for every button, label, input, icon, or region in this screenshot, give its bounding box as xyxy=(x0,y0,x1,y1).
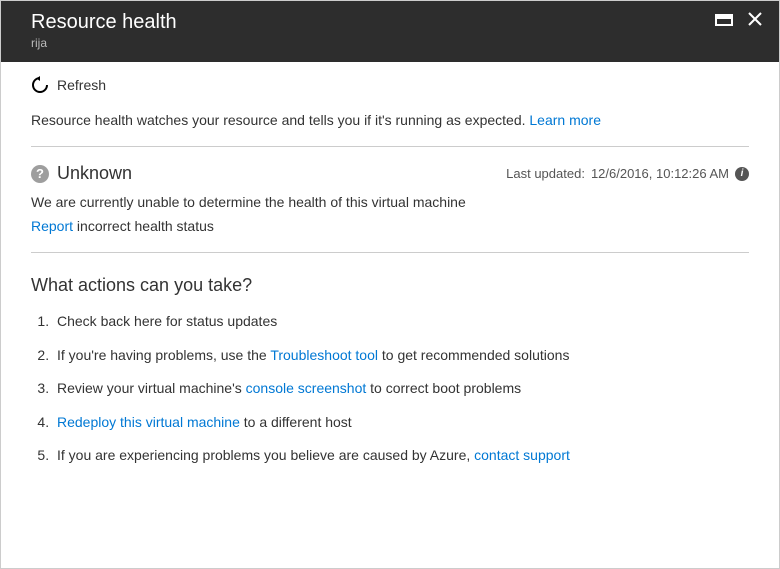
status-left: ? Unknown xyxy=(31,163,132,184)
status-header: ? Unknown Last updated: 12/6/2016, 10:12… xyxy=(31,163,749,184)
action-text: Check back here for status updates xyxy=(57,313,277,329)
action-text: If you're having problems, use the xyxy=(57,347,270,363)
resource-name: rija xyxy=(31,36,177,50)
header-controls xyxy=(715,11,763,27)
action-text: Review your virtual machine's xyxy=(57,380,246,396)
last-updated-value: 12/6/2016, 10:12:26 AM xyxy=(591,166,729,181)
content: Resource health watches your resource an… xyxy=(1,112,779,500)
action-text: to a different host xyxy=(240,414,352,430)
status-description: We are currently unable to determine the… xyxy=(31,194,749,210)
intro-text: Resource health watches your resource an… xyxy=(31,112,749,147)
action-item-4: Redeploy this virtual machine to a diffe… xyxy=(53,413,749,433)
action-text: to get recommended solutions xyxy=(378,347,569,363)
last-updated-label: Last updated: xyxy=(506,166,585,181)
intro-body: Resource health watches your resource an… xyxy=(31,112,529,128)
report-rest: incorrect health status xyxy=(73,218,214,234)
action-item-1: Check back here for status updates xyxy=(53,312,749,332)
contact-support-link[interactable]: contact support xyxy=(474,447,570,463)
report-link[interactable]: Report xyxy=(31,218,73,234)
action-text: If you are experiencing problems you bel… xyxy=(57,447,474,463)
action-item-5: If you are experiencing problems you bel… xyxy=(53,446,749,466)
page-title: Resource health xyxy=(31,11,177,34)
report-line: Report incorrect health status xyxy=(31,218,749,234)
unknown-status-icon: ? xyxy=(31,165,49,183)
status-right: Last updated: 12/6/2016, 10:12:26 AM i xyxy=(506,166,749,181)
action-item-3: Review your virtual machine's console sc… xyxy=(53,379,749,399)
redeploy-link[interactable]: Redeploy this virtual machine xyxy=(57,414,240,430)
toolbar: Refresh xyxy=(1,62,779,112)
troubleshoot-tool-link[interactable]: Troubleshoot tool xyxy=(270,347,378,363)
close-icon[interactable] xyxy=(747,11,763,27)
actions-title: What actions can you take? xyxy=(31,275,749,296)
restore-icon[interactable] xyxy=(715,12,733,26)
learn-more-link[interactable]: Learn more xyxy=(529,112,601,128)
refresh-button[interactable]: Refresh xyxy=(57,77,106,93)
info-icon[interactable]: i xyxy=(735,167,749,181)
action-item-2: If you're having problems, use the Troub… xyxy=(53,346,749,366)
action-text: to correct boot problems xyxy=(366,380,521,396)
console-screenshot-link[interactable]: console screenshot xyxy=(246,380,367,396)
header-left: Resource health rija xyxy=(31,11,177,50)
refresh-icon[interactable] xyxy=(31,76,49,94)
status-block: ? Unknown Last updated: 12/6/2016, 10:12… xyxy=(31,147,749,253)
blade-header: Resource health rija xyxy=(1,1,779,62)
status-title: Unknown xyxy=(57,163,132,184)
actions-list: Check back here for status updates If yo… xyxy=(31,312,749,466)
